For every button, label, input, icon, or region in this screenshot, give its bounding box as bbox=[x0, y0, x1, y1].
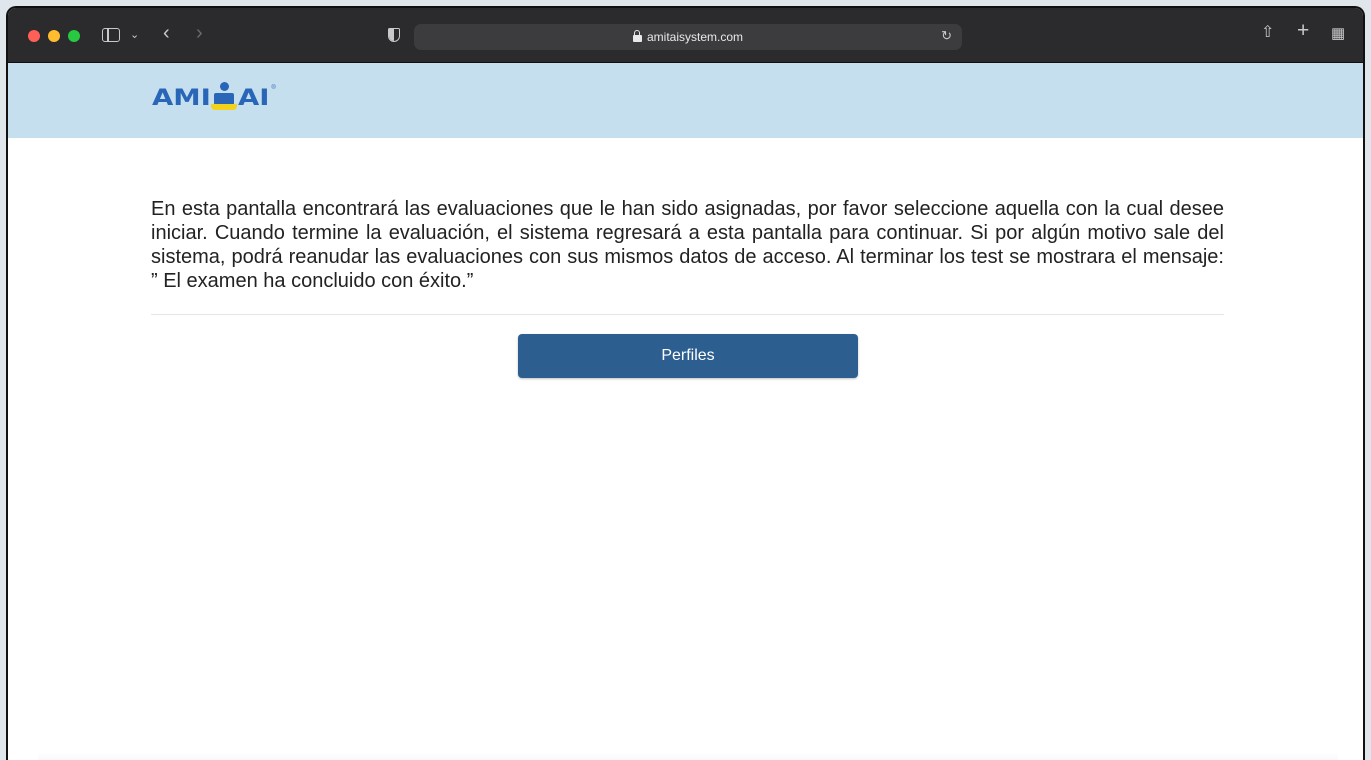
chevron-down-icon[interactable]: ⌄ bbox=[130, 27, 139, 43]
browser-toolbar: ⌄ ‹ › amitaisystem.com ↻ ⇧ + ▦ bbox=[8, 8, 1363, 63]
url-text: amitaisystem.com bbox=[646, 30, 744, 44]
site-header: AMI AI ® bbox=[8, 63, 1363, 138]
amitai-logo[interactable]: AMI AI ® bbox=[152, 78, 276, 118]
browser-window: ⌄ ‹ › amitaisystem.com ↻ ⇧ + ▦ AMI AI ® … bbox=[6, 6, 1365, 760]
minimize-window-button[interactable] bbox=[48, 30, 60, 42]
logo-text-left: AMI bbox=[152, 85, 211, 111]
perfiles-button[interactable]: Perfiles bbox=[518, 334, 858, 378]
instructions-text: En esta pantalla encontrará las evaluaci… bbox=[151, 198, 1224, 292]
logo-person-icon bbox=[211, 82, 238, 114]
share-icon[interactable]: ⇧ bbox=[1261, 25, 1274, 41]
reload-icon[interactable]: ↻ bbox=[941, 28, 952, 44]
bottom-shadow bbox=[38, 753, 1338, 760]
tabs-overview-icon[interactable]: ▦ bbox=[1331, 26, 1345, 42]
page-content: AMI AI ® En esta pantalla encontrará las… bbox=[8, 63, 1363, 760]
logo-registered-mark: ® bbox=[271, 85, 276, 91]
sidebar-icon[interactable] bbox=[102, 28, 120, 42]
address-bar[interactable]: amitaisystem.com ↻ bbox=[414, 24, 962, 50]
close-window-button[interactable] bbox=[28, 30, 40, 42]
plus-icon[interactable]: + bbox=[1297, 20, 1309, 41]
shield-icon[interactable] bbox=[388, 28, 400, 42]
logo-text-right: AI bbox=[238, 85, 270, 111]
zoom-window-button[interactable] bbox=[68, 30, 80, 42]
back-icon[interactable]: ‹ bbox=[163, 23, 170, 43]
divider bbox=[151, 314, 1224, 315]
forward-icon[interactable]: › bbox=[196, 23, 203, 43]
lock-icon bbox=[632, 29, 642, 42]
